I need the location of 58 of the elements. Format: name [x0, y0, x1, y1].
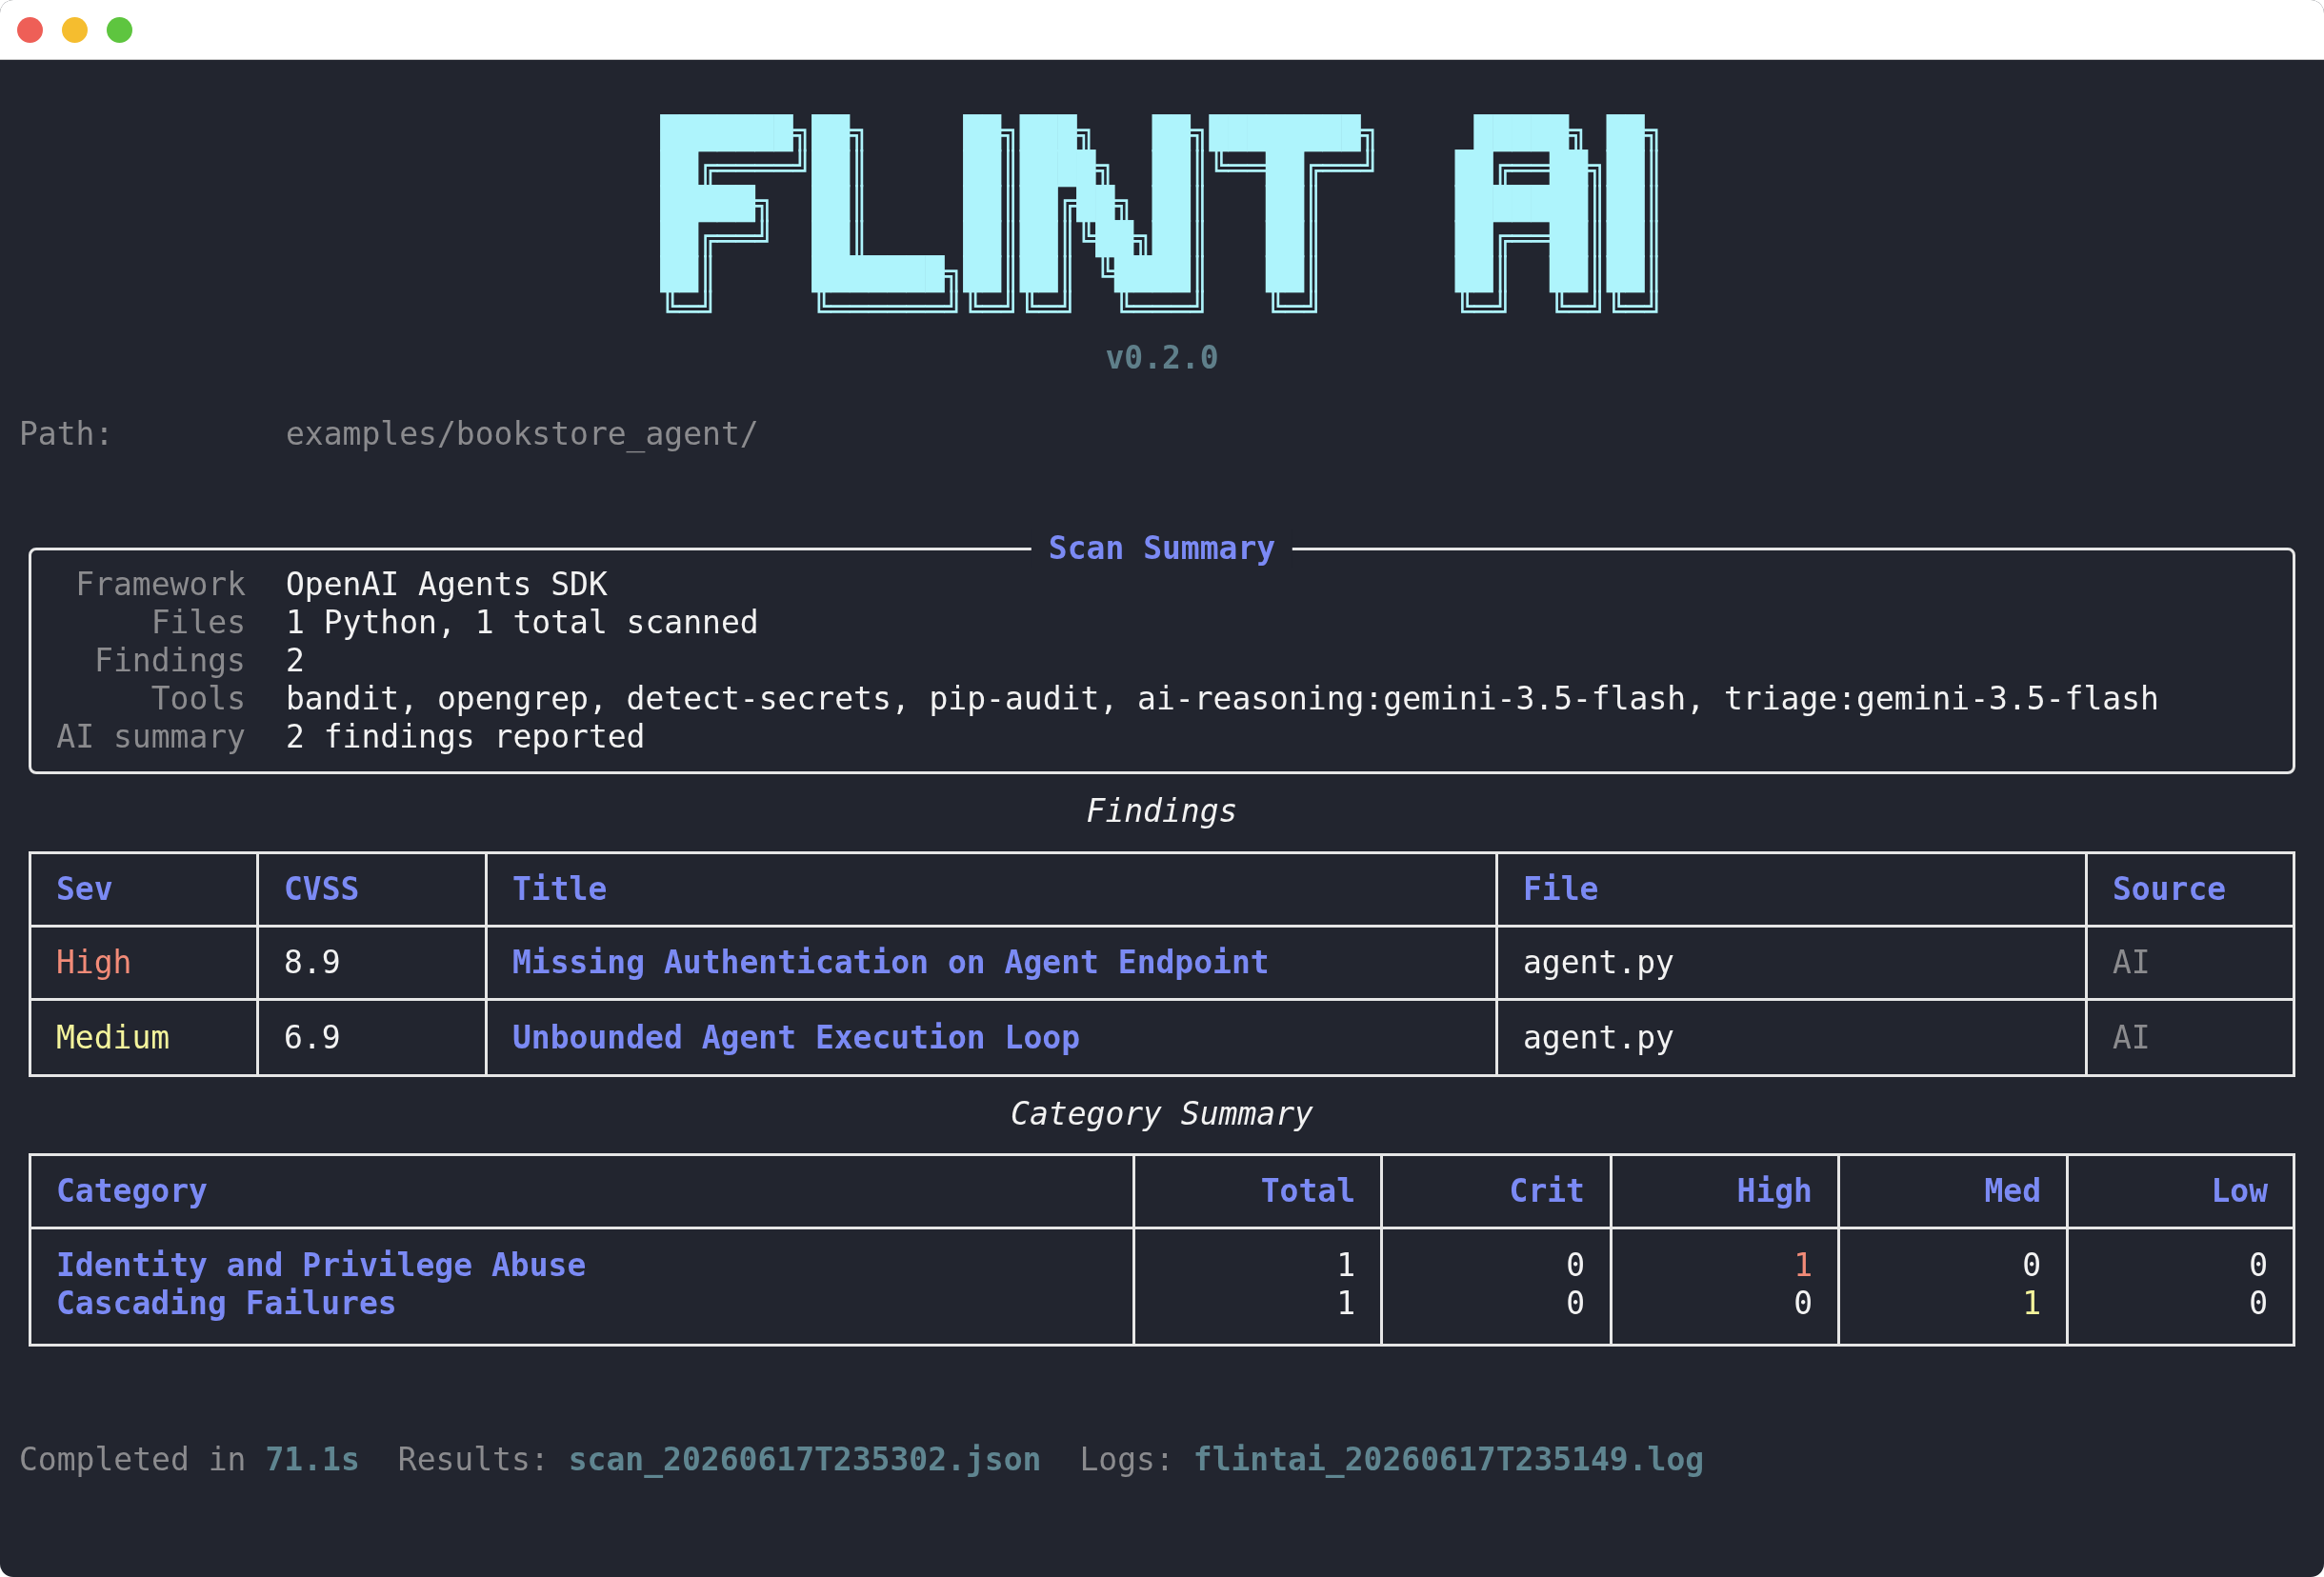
footer-label: Logs: — [1079, 1441, 1174, 1479]
field-label: Tools — [150, 680, 246, 718]
table-cell: AI — [2113, 1018, 2151, 1057]
table-header: Total — [1135, 1156, 1383, 1229]
table-header: Source — [2088, 854, 2293, 928]
table-header: File — [1498, 854, 2088, 928]
field-value: 1 Python, 1 total scanned — [286, 604, 760, 642]
footer-label: Completed in — [19, 1441, 247, 1479]
field-value: 2 findings reported — [286, 718, 647, 756]
table-header: Crit — [1383, 1156, 1613, 1229]
table-cell: 0 — [1793, 1285, 1813, 1323]
table-cell: 8.9 — [284, 944, 341, 982]
field-label: AI summary — [55, 718, 246, 756]
table-cell: Medium — [56, 1018, 170, 1057]
table-cell: 6.9 — [284, 1018, 341, 1057]
field-value: 2 — [286, 642, 306, 680]
ascii-logo: ███████╗██╗ ██╗███╗ ██╗████████╗ █████╗ ██╗ ██╔════╝██║ ██║████╗ ██║╚══██╔══╝ ██╔══██╗██║ █████╗ ██║ ██║██╔██╗ ██║ ██║ ███████║██║ ██╔══╝ ██║ ██║██║╚██╗██║ ██║ ██╔══██║██║ ██║ ███████╗██║██║ ╚████║ ██║ ██║ ██║██║ ╚═╝ ╚══════╝╚═╝╚═╝ ╚═══╝ ╚═╝ ╚═╝ ╚═╝╚═╝ — [660, 115, 1664, 327]
table-cell: 0 — [2022, 1247, 2041, 1285]
close-button[interactable] — [17, 16, 43, 43]
finding-title: Missing Authentication on Agent Endpoint — [512, 944, 1270, 982]
footer-label: Results: — [397, 1441, 550, 1479]
footer-value: scan_20260617T235302.json — [568, 1441, 1042, 1479]
table-cell: 0 — [1566, 1247, 1585, 1285]
field-label: Framework — [74, 566, 246, 604]
footer-value: flintai_20260617T235149.log — [1192, 1441, 1705, 1479]
field-label: Findings — [93, 642, 246, 680]
table-cell: High — [56, 944, 132, 982]
finding-title: Unbounded Agent Execution Loop — [512, 1018, 1081, 1057]
table-cell: 0 — [2249, 1247, 2268, 1285]
field-value: OpenAI Agents SDK — [286, 566, 609, 604]
path-label: Path: — [19, 415, 115, 453]
table-cell: 1 — [1336, 1247, 1355, 1285]
field-label: Files — [150, 604, 246, 642]
finding-title: Cascading Failures — [56, 1285, 397, 1323]
table-header: Category — [31, 1156, 1135, 1229]
version-label: v0.2.0 — [1105, 339, 1219, 377]
table-header: Title — [488, 854, 1498, 928]
table-cell: AI — [2113, 944, 2151, 982]
table-title: Findings — [1086, 792, 1238, 830]
table-cell: 0 — [2249, 1285, 2268, 1323]
table-cell: 1 — [1336, 1285, 1355, 1323]
table-cell: 0 — [1566, 1285, 1585, 1323]
finding-title: Identity and Privilege Abuse — [56, 1247, 587, 1285]
zoom-button[interactable] — [107, 16, 132, 43]
table-header: High — [1613, 1156, 1840, 1229]
table-cell: agent.py — [1523, 1018, 1674, 1057]
table-cell: 1 — [2022, 1285, 2041, 1323]
table-header: Sev — [31, 854, 259, 928]
minimize-button[interactable] — [62, 16, 88, 43]
table-header: CVSS — [259, 854, 488, 928]
path-value: examples/bookstore_agent/ — [286, 415, 759, 453]
field-value: bandit, opengrep, detect-secrets, pip-audit, ai-reasoning:gemini-3.5-flash, triage:gemini-3.5-flash — [286, 680, 2160, 718]
table-cell: 1 — [1793, 1247, 1813, 1285]
table-header: Low — [2069, 1156, 2293, 1229]
table-title: Category Summary — [1011, 1095, 1313, 1133]
table-cell: agent.py — [1523, 944, 1674, 982]
table-header: Med — [1840, 1156, 2069, 1229]
footer-value: 71.1s — [265, 1441, 360, 1479]
